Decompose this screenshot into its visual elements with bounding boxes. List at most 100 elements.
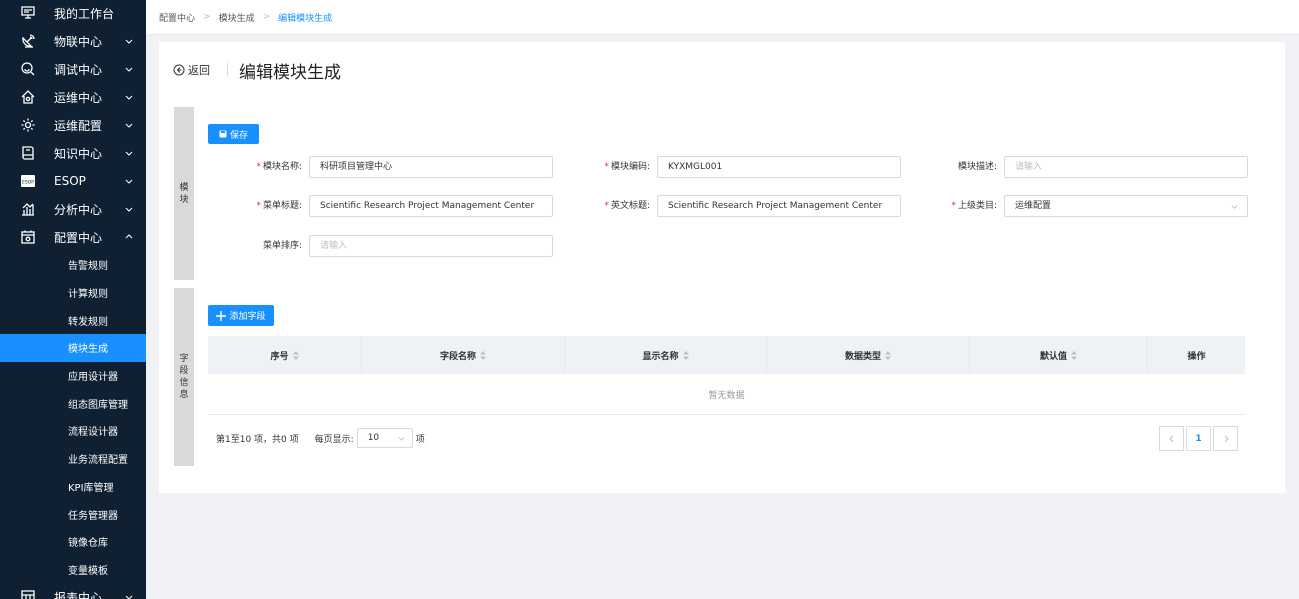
chevron-right-icon (1224, 435, 1229, 442)
sidebar-sub-item-forward-rules[interactable]: 转发规则 (0, 306, 146, 334)
breadcrumb: 配置中心 > 模块生成 > 编辑模块生成 (146, 0, 1299, 35)
prev-page-button[interactable] (1159, 426, 1184, 451)
chevron-down-icon (125, 95, 133, 100)
chevron-down-icon (125, 123, 133, 128)
breadcrumb-separator-icon: > (203, 12, 211, 22)
sidebar-item-label: 分析中心 (54, 202, 103, 217)
column-header-data-type[interactable]: 数据类型 (767, 336, 970, 374)
sidebar-item-label: 运维配置 (54, 118, 103, 133)
sidebar-sub-item-biz-flow-config[interactable]: 业务流程配置 (0, 445, 146, 473)
pagination-controls: 1 (1157, 426, 1238, 451)
chevron-left-icon (1168, 435, 1173, 442)
chevron-down-icon (125, 207, 133, 212)
house-ops-icon (20, 89, 36, 105)
breadcrumb-item[interactable]: 模块生成 (219, 11, 255, 24)
section-label-char: 模 (179, 182, 189, 193)
svg-text:ESOP: ESOP (22, 180, 34, 186)
sidebar-item-label: 运维中心 (54, 90, 103, 105)
table-empty-state: 暂无数据 (208, 374, 1245, 415)
column-header-display-name[interactable]: 显示名称 (565, 336, 767, 374)
chevron-down-icon (398, 436, 405, 441)
save-button[interactable]: 保存 (208, 124, 259, 144)
chevron-down-icon (125, 67, 133, 72)
report-icon (20, 589, 36, 599)
sidebar-item-debug[interactable]: 调试中心 (0, 55, 146, 83)
add-field-button[interactable]: 添加字段 (208, 305, 274, 326)
chevron-down-icon (125, 595, 133, 599)
breadcrumb-item[interactable]: 配置中心 (159, 11, 195, 24)
sidebar-sub-item-image-repo[interactable]: 镜像仓库 (0, 528, 146, 556)
back-button[interactable]: 返回 (173, 62, 210, 78)
sidebar-item-ops[interactable]: 运维中心 (0, 83, 146, 111)
sort-icon (682, 350, 689, 360)
sidebar-sub-item-variable-template[interactable]: 变量模板 (0, 556, 146, 584)
back-label: 返回 (188, 64, 210, 77)
module-name-input[interactable]: 科研项目管理中心 (309, 156, 553, 178)
module-code-input[interactable]: KYXMGL001 (657, 156, 901, 178)
chevron-down-icon (125, 39, 133, 44)
section-label-char: 段 (179, 366, 189, 376)
section-label-char: 字 (179, 354, 189, 364)
sidebar-sub-item-kpi-library[interactable]: KPI库管理 (0, 473, 146, 501)
fields-section: 字 段 信 息 添加字段 序号 字段名称 显示名称 数据类型 默认值 操作 暂无… (174, 288, 1272, 466)
sidebar-item-esop[interactable]: ESOP ESOP (0, 167, 146, 195)
parent-category-select[interactable]: 运维配置 (1004, 195, 1248, 217)
add-field-label: 添加字段 (229, 312, 266, 322)
sidebar-item-label: 配置中心 (54, 230, 103, 245)
page-title: 编辑模块生成 (239, 63, 341, 83)
next-page-button[interactable] (1213, 426, 1238, 451)
sidebar-sub-item-alarm-rules[interactable]: 告警规则 (0, 251, 146, 279)
satellite-dish-icon (20, 33, 36, 49)
sidebar-item-report[interactable]: 报表中心 (0, 583, 146, 599)
chevron-down-icon (1231, 205, 1238, 209)
breadcrumb-current: 编辑模块生成 (278, 13, 333, 24)
english-title-label: * 英文标题: (604, 201, 650, 211)
sort-icon (885, 350, 891, 360)
esop-icon: ESOP (20, 173, 36, 189)
sidebar-item-label: 知识中心 (54, 146, 103, 161)
sidebar-item-label: 调试中心 (54, 62, 103, 77)
sidebar-item-ops-config[interactable]: 运维配置 (0, 111, 146, 139)
sidebar-sub-item-task-manager[interactable]: 任务管理器 (0, 500, 146, 528)
menu-order-input[interactable]: 请输入 (309, 235, 553, 257)
sidebar-sub-item-flow-designer[interactable]: 流程设计器 (0, 417, 146, 445)
sidebar-item-knowledge[interactable]: 知识中心 (0, 139, 146, 167)
module-section: 模 块 保存 * 模块名称: 科研项目管理中心 * 模块编码: KYXMGL001 … (174, 107, 1272, 280)
page-number-button[interactable]: 1 (1186, 426, 1211, 451)
main-card: 返回 编辑模块生成 模 块 保存 * 模块名称: 科研项目管理中心 * 模块编码: … (159, 42, 1285, 493)
debug-search-icon (20, 61, 36, 77)
parent-category-label: * 上级类目: (951, 201, 997, 211)
analysis-chart-icon (20, 201, 36, 217)
column-header-index[interactable]: 序号 (208, 336, 362, 374)
menu-title-input[interactable]: Scientific Research Project Management C… (309, 195, 553, 217)
sidebar-item-iot[interactable]: 物联中心 (0, 27, 146, 55)
save-label: 保存 (229, 130, 248, 141)
module-name-label: * 模块名称: (256, 162, 302, 172)
module-desc-input[interactable]: 请输入 (1004, 156, 1248, 178)
sort-icon (1071, 350, 1077, 360)
sidebar-item-config-center[interactable]: 配置中心 (0, 223, 146, 251)
sidebar-item-analysis[interactable]: 分析中心 (0, 195, 146, 223)
sidebar: 我的工作台 物联中心 调试中心 运维中心 运维配置 知识中心 ESOP ESOP… (0, 0, 146, 599)
table-header: 序号 字段名称 显示名称 数据类型 默认值 操作 (208, 336, 1245, 374)
sidebar-item-workbench[interactable]: 我的工作台 (0, 0, 146, 27)
section-label-char: 信 (179, 378, 189, 388)
sidebar-sub-item-app-designer[interactable]: 应用设计器 (0, 362, 146, 390)
sidebar-sub-item-scada-library[interactable]: 组态图库管理 (0, 389, 146, 417)
module-code-label: * 模块编码: (604, 162, 650, 172)
knowledge-book-icon (20, 145, 36, 161)
chevron-up-icon (125, 234, 133, 239)
sidebar-sub-item-calc-rules[interactable]: 计算规则 (0, 279, 146, 307)
sidebar-sub-item-module-gen[interactable]: 模块生成 (0, 334, 146, 362)
sidebar-item-label: ESOP (54, 174, 86, 188)
page-size-select[interactable]: 10 (356, 428, 413, 448)
sidebar-item-label: 我的工作台 (54, 6, 115, 21)
page-size-suffix: 项 (415, 434, 425, 445)
save-icon (219, 130, 227, 138)
column-header-field-name[interactable]: 字段名称 (362, 336, 565, 374)
column-header-default-value[interactable]: 默认值 (970, 336, 1148, 374)
english-title-input[interactable]: Scientific Research Project Management C… (657, 195, 901, 217)
sidebar-item-label: 报表中心 (54, 590, 103, 599)
column-header-actions: 操作 (1187, 351, 1206, 362)
sort-icon (292, 350, 299, 360)
